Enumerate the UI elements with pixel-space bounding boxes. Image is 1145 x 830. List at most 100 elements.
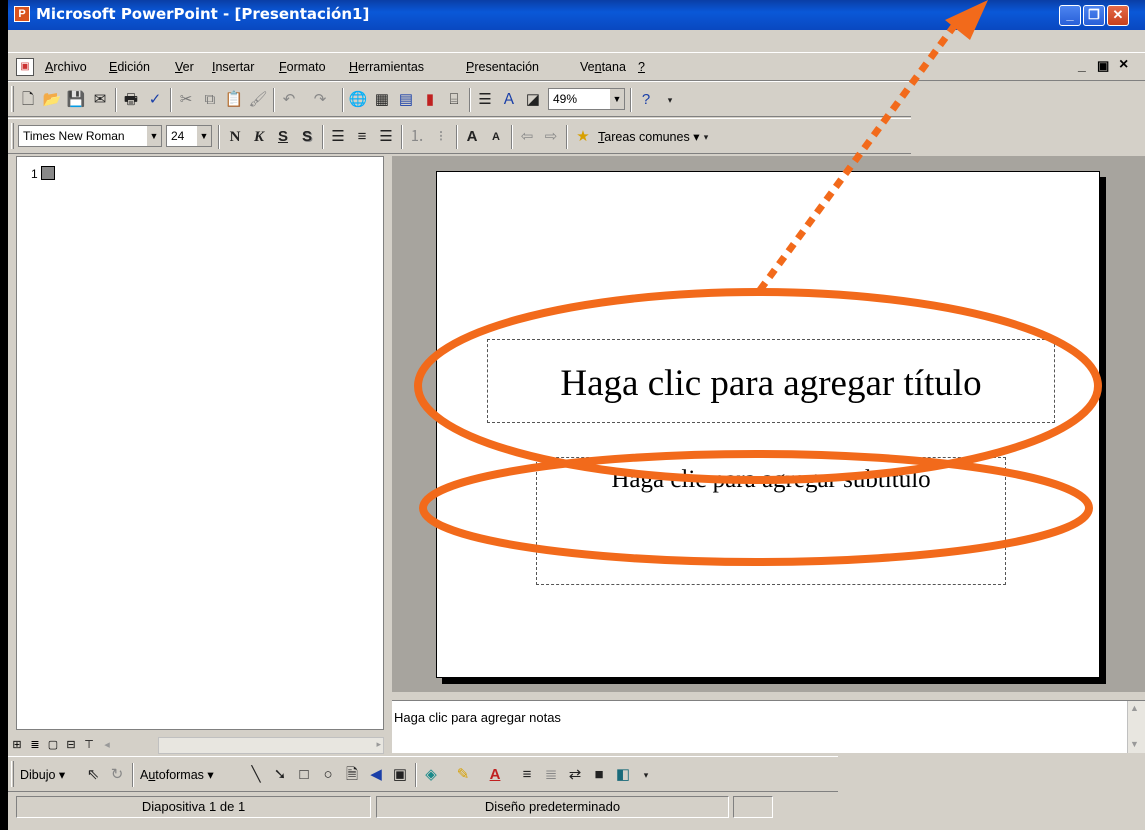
align-center-icon[interactable]: ≡ [352,127,372,147]
notes-scrollbar[interactable]: ▲ ▼ [1127,701,1145,753]
menu-archivo[interactable]: Archivo [45,60,87,74]
menu-ventana[interactable]: Ventana [580,60,626,74]
increase-font-icon[interactable]: A [462,127,482,147]
chevron-down-icon[interactable]: ▼ [610,89,624,109]
save-icon[interactable]: 💾 [66,90,86,110]
line-icon[interactable]: ╲ [246,765,266,785]
powerpoint-app-icon[interactable]: P [14,6,30,22]
expand-icon[interactable]: ☰ [475,90,495,110]
font-color-icon[interactable]: A [485,765,505,785]
format-painter-icon[interactable]: 🖌 [248,90,268,110]
menu-ayuda[interactable]: ? [638,60,645,74]
menu-edicion[interactable]: Edición [109,60,150,74]
normal-view-icon[interactable]: ⊞ [10,738,24,752]
shadow-icon[interactable]: ■ [589,765,609,785]
line-color-icon[interactable]: ✎ [453,765,473,785]
cut-icon[interactable]: ✂ [176,90,196,110]
decrease-font-icon[interactable]: A [486,127,506,147]
rectangle-icon[interactable]: □ [294,765,314,785]
notes-pane[interactable]: Haga clic para agregar notas ▲ ▼ [392,700,1145,753]
scroll-right-icon[interactable]: ▸ [376,739,381,750]
bold-button[interactable]: N [225,127,245,147]
zoom-combo[interactable]: 49% ▼ [548,88,625,110]
slide-view-icon[interactable]: ▢ [46,738,60,752]
underline-button[interactable]: S [273,127,293,147]
menu-herramientas[interactable]: Herramientas [349,60,424,74]
new-slide-icon[interactable]: ⌸ [444,90,464,110]
shadow-button[interactable]: S [297,127,317,147]
menu-presentacion[interactable]: Presentación [466,60,539,74]
font-size-combo[interactable]: 24 ▼ [166,125,212,147]
maximize-button[interactable]: ❐ [1083,5,1105,26]
paste-icon[interactable]: 📋 [224,90,244,110]
tables-borders-icon[interactable]: ▦ [372,90,392,110]
italic-button[interactable]: K [249,127,269,147]
subtitle-placeholder[interactable]: Haga clic para agregar subtítulo [536,457,1006,585]
doc-close-button[interactable]: × [1119,56,1128,74]
outline-pane[interactable]: 1 [16,156,384,730]
slide-sorter-view-icon[interactable]: ⊟ [64,738,78,752]
font-combo[interactable]: Times New Roman ▼ [18,125,162,147]
new-icon[interactable]: 🗋 [18,90,38,110]
scroll-left-icon[interactable]: ◂ [100,738,114,752]
doc-restore-button[interactable]: ▣ [1097,58,1109,74]
oval-icon[interactable]: ○ [318,765,338,785]
scroll-down-icon[interactable]: ▼ [1130,739,1139,749]
demote-icon[interactable]: ⇨ [541,127,561,147]
arrow-icon[interactable]: ➘ [270,765,290,785]
slide-canvas[interactable] [436,171,1100,678]
copy-icon[interactable]: ⧉ [200,90,220,110]
open-icon[interactable]: 📂 [42,90,62,110]
email-icon[interactable]: ✉ [90,90,110,110]
redo-icon[interactable]: ↷ [310,90,330,110]
title-placeholder[interactable]: Haga clic para agregar título [487,339,1055,423]
show-formatting-icon[interactable]: Ａ [499,90,519,110]
free-rotate-icon[interactable]: ↻ [107,765,127,785]
grayscale-icon[interactable]: ◪ [523,90,543,110]
text-box-icon[interactable]: 🗎 [342,765,362,785]
arrow-style-icon[interactable]: ⇄ [565,765,585,785]
align-left-icon[interactable]: ☰ [328,127,348,147]
toolbar-grip[interactable] [11,86,14,112]
fill-color-icon[interactable]: ◈ [421,765,441,785]
outline-view-icon[interactable]: ≣ [28,738,42,752]
line-style-icon[interactable]: ≡ [517,765,537,785]
chevron-down-icon[interactable]: ▼ [197,126,211,146]
insert-chart-icon[interactable]: ▮ [420,90,440,110]
wordart-icon[interactable]: ◀ [366,765,386,785]
common-tasks-menu[interactable]: Tareas comunes ▾ [598,129,699,144]
menu-formato[interactable]: Formato [279,60,326,74]
align-right-icon[interactable]: ☰ [376,127,396,147]
slide-show-icon[interactable]: ⊤ [82,738,96,752]
promote-icon[interactable]: ⇦ [517,127,537,147]
help-icon[interactable]: ? [636,90,656,110]
spelling-icon[interactable]: ✓ [145,90,165,110]
autoshapes-menu[interactable]: Autoformas ▾ [140,767,214,782]
select-objects-icon[interactable]: ⇖ [83,765,103,785]
print-icon[interactable]: 🖶 [121,90,141,110]
menu-ver[interactable]: Ver [175,60,194,74]
chevron-down-icon[interactable]: ▼ [147,126,161,146]
title-bar[interactable]: P Microsoft PowerPoint - [Presentación1]… [8,0,1145,30]
insert-table-icon[interactable]: ▤ [396,90,416,110]
hyperlink-icon[interactable]: 🌐 [348,90,368,110]
toolbar-grip[interactable] [11,123,14,149]
outline-horizontal-scrollbar[interactable]: ▸ [158,737,384,754]
document-icon[interactable]: ▣ [16,58,34,76]
numbering-icon[interactable]: ⒈ [407,127,427,147]
minimize-button[interactable]: _ [1059,5,1081,26]
3d-icon[interactable]: ◧ [613,765,633,785]
toolbar-options-icon[interactable]: ▾ [696,127,716,147]
toolbar-grip[interactable] [11,761,14,787]
bullets-icon[interactable]: ⁝ [431,127,451,147]
doc-minimize-button[interactable]: _ [1078,57,1086,73]
draw-menu[interactable]: Dibujo ▾ [20,767,65,782]
undo-icon[interactable]: ↶ [279,90,299,110]
slide-thumbnail-icon[interactable] [41,166,55,180]
toolbar-options-icon[interactable]: ▾ [660,90,680,110]
pane-splitter[interactable] [384,156,392,736]
menu-insertar[interactable]: Insertar [212,60,254,74]
star-icon[interactable]: ★ [573,127,593,147]
scroll-up-icon[interactable]: ▲ [1130,703,1139,713]
dash-style-icon[interactable]: ≣ [541,765,561,785]
